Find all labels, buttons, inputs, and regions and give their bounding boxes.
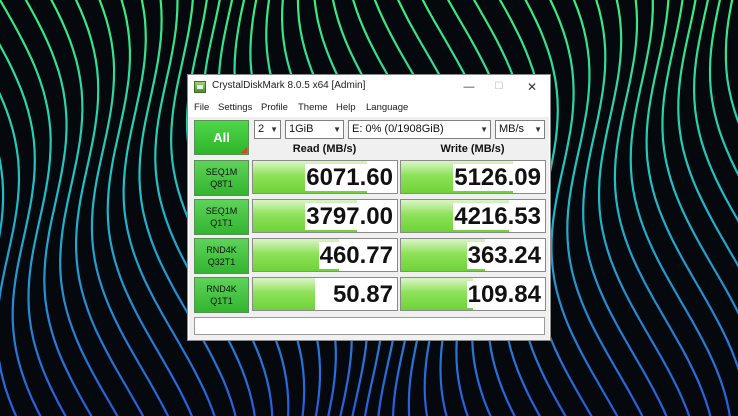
test-queue-label: Q1T1 [210,218,233,228]
test-type-label: RND4K [206,284,237,294]
read-result-cell: 460.77 [252,238,398,272]
unit-value: MB/s [499,123,525,135]
menu-file[interactable]: File [194,102,209,113]
chevron-down-icon: ▼ [534,125,542,134]
write-result-cell: 109.84 [400,277,546,311]
test-type-label: SEQ1M [205,167,238,177]
read-result-value: 460.77 [318,242,393,269]
write-result-cell: 363.24 [400,238,546,272]
menu-language[interactable]: Language [366,102,408,113]
test-queue-label: Q1T1 [210,296,233,306]
write-result-value: 109.84 [466,281,541,308]
test-button-rnd4k-q32t1[interactable]: RND4K Q32T1 [194,238,249,274]
minimize-button[interactable]: — [454,77,484,97]
read-result-cell: 3797.00 [252,199,398,233]
run-all-button[interactable]: All [194,120,249,155]
read-result-value: 50.87 [331,281,393,308]
drive-value: E: 0% (0/1908GiB) [352,123,444,135]
write-result-cell: 5126.09 [400,160,546,194]
write-column-header: Write (MB/s) [440,143,505,155]
window-title: CrystalDiskMark 8.0.5 x64 [Admin] [212,80,366,91]
test-size-value: 1GiB [289,123,314,135]
chevron-down-icon: ▼ [270,125,278,134]
read-column-header: Read (MB/s) [292,143,357,155]
chevron-down-icon: ▼ [480,125,488,134]
menu-theme[interactable]: Theme [298,102,328,113]
chevron-down-icon: ▼ [333,125,341,134]
menu-profile[interactable]: Profile [261,102,288,113]
test-count-value: 2 [258,123,265,135]
read-result-value: 3797.00 [305,203,393,230]
menu-settings[interactable]: Settings [218,102,252,113]
test-count-select[interactable]: 2 ▼ [254,120,281,139]
write-result-value: 363.24 [466,242,541,269]
read-result-cell: 50.87 [252,277,398,311]
write-result-value: 4216.53 [453,203,541,230]
write-result-value: 5126.09 [453,164,541,191]
test-type-label: RND4K [206,245,237,255]
benchmark-panel: All 2 ▼ 1GiB ▼ E: 0% (0/1908GiB) ▼ MB/s … [189,117,549,340]
unit-select[interactable]: MB/s ▼ [495,120,545,139]
test-queue-label: Q32T1 [207,257,236,267]
test-button-rnd4k-q1t1[interactable]: RND4K Q1T1 [194,277,249,313]
read-result-cell: 6071.60 [252,160,398,194]
write-result-cell: 4216.53 [400,199,546,233]
crystaldiskmark-app-icon [194,81,206,93]
title-bar[interactable]: CrystalDiskMark 8.0.5 x64 [Admin] — ☐ ✕ [188,75,550,99]
comment-input[interactable] [194,317,545,335]
read-score-bar [253,278,315,310]
read-result-value: 6071.60 [305,164,393,191]
menu-help[interactable]: Help [336,102,356,113]
menu-bar: File Settings Profile Theme Help Languag… [188,99,550,117]
crystaldiskmark-window: CrystalDiskMark 8.0.5 x64 [Admin] — ☐ ✕ … [187,74,551,341]
write-score-bar [401,278,473,310]
test-button-seq1m-q8t1[interactable]: SEQ1M Q8T1 [194,160,249,196]
drive-select[interactable]: E: 0% (0/1908GiB) ▼ [348,120,491,139]
test-queue-label: Q8T1 [210,179,233,189]
test-type-label: SEQ1M [205,206,238,216]
test-button-seq1m-q1t1[interactable]: SEQ1M Q1T1 [194,199,249,235]
maximize-button[interactable]: ☐ [484,77,514,97]
close-button[interactable]: ✕ [517,77,547,97]
test-size-select[interactable]: 1GiB ▼ [285,120,344,139]
